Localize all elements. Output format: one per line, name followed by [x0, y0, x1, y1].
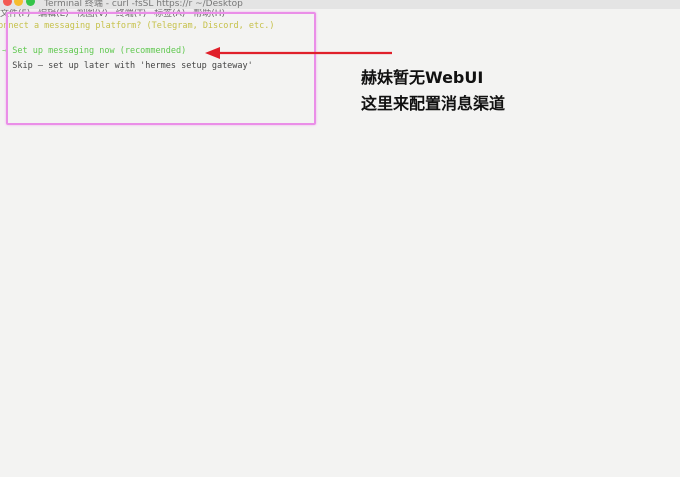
annotation-line-2: 这里来配置消息渠道 [361, 94, 506, 113]
annotation-line-1: 赫妹暂无WebUI [361, 68, 484, 87]
annotation-arrow-icon [205, 47, 392, 59]
